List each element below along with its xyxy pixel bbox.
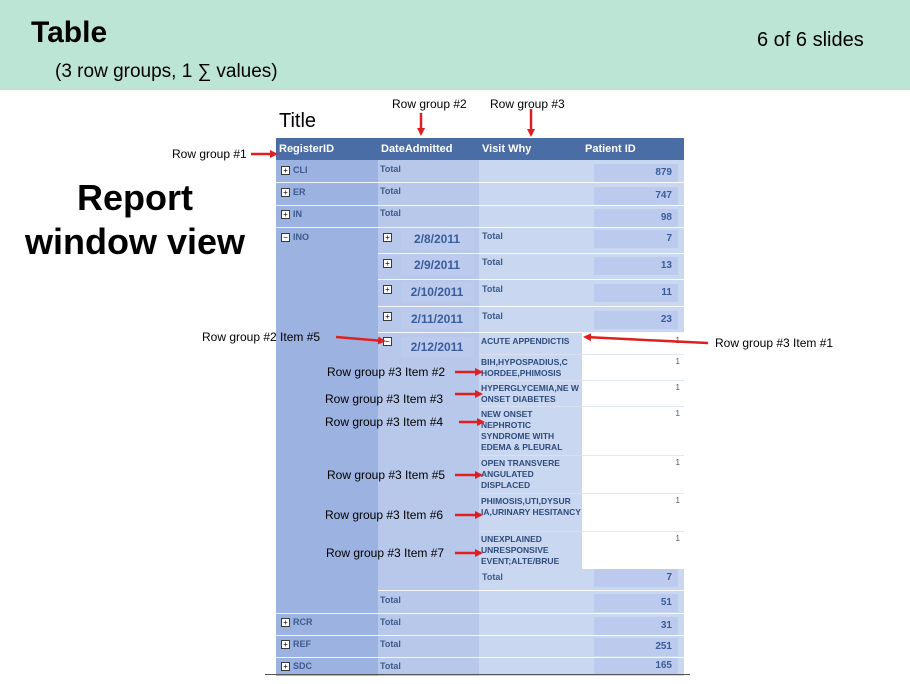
annotation-arrows bbox=[251, 109, 709, 557]
arrow-rg3-item1 bbox=[583, 333, 709, 345]
arrow-rg2-item5 bbox=[335, 335, 386, 345]
